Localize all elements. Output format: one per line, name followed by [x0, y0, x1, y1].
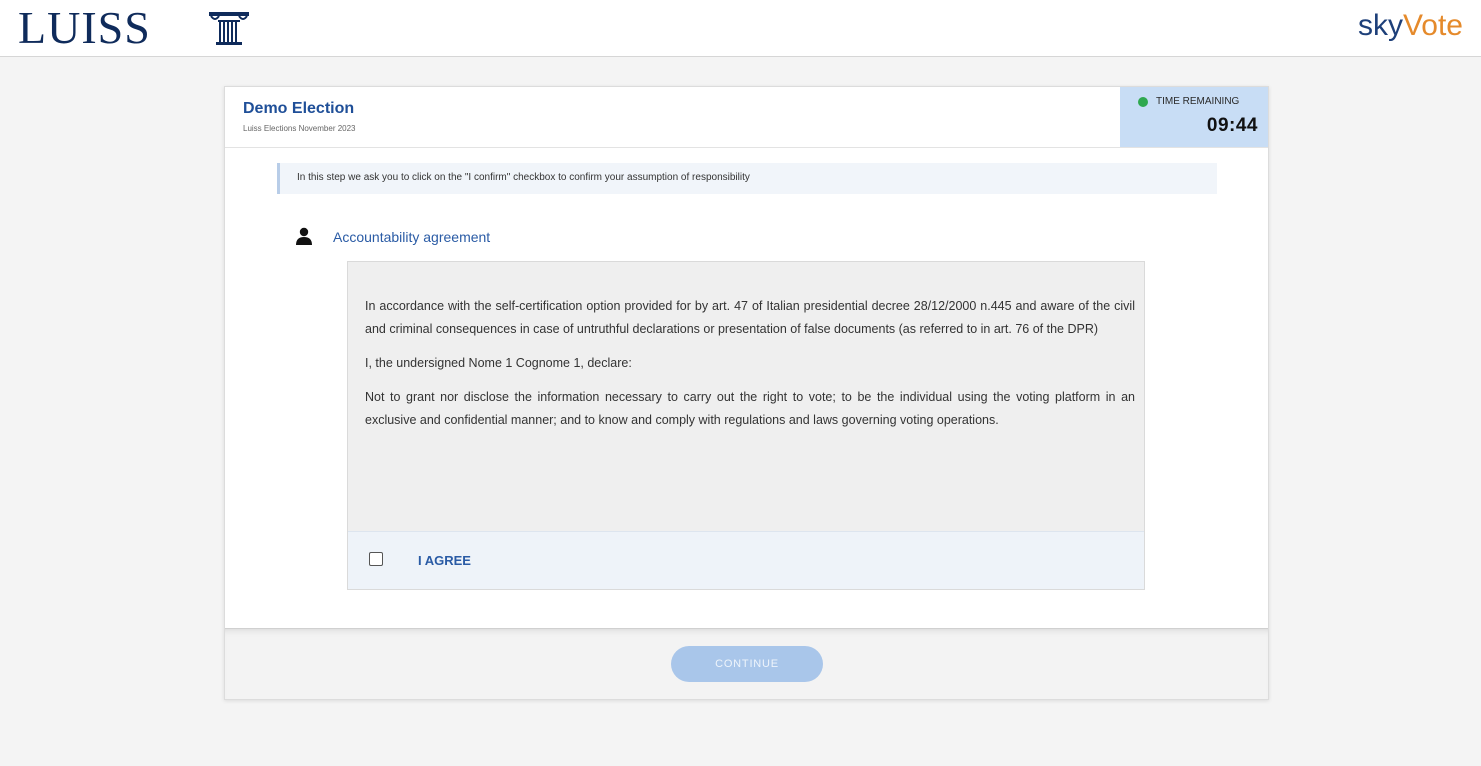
accountability-agreement-box: In accordance with the self-certificatio…	[347, 261, 1145, 590]
skyvote-logo-suffix: Vote	[1402, 9, 1463, 42]
timer-status-dot	[1138, 97, 1148, 107]
timer-label: TIME REMAINING	[1156, 96, 1240, 107]
column-icon	[209, 12, 249, 45]
election-subtitle: Luiss Elections November 2023	[243, 124, 356, 133]
timer-value: 09:44	[1206, 115, 1258, 136]
top-header: LUISS skyVote	[0, 0, 1481, 57]
agreement-paragraph: I, the undersigned Nome 1 Cognome 1, dec…	[365, 356, 632, 370]
agree-row[interactable]: I AGREE	[348, 531, 1144, 589]
continue-button[interactable]: CONTINUE	[671, 646, 823, 682]
info-banner: In this step we ask you to click on the …	[277, 163, 1217, 194]
election-title: Demo Election	[243, 100, 355, 117]
time-remaining-panel: TIME REMAINING 09:44	[1120, 87, 1268, 147]
skyvote-logo: skyVote	[1358, 8, 1463, 44]
section-title: Accountability agreement	[333, 229, 491, 245]
agree-label[interactable]: I AGREE	[418, 553, 471, 568]
info-banner-text: In this step we ask you to click on the …	[297, 172, 750, 183]
election-card: Demo Election Luiss Elections November 2…	[224, 86, 1269, 700]
agreement-paragraph: Not to grant nor disclose the informatio…	[365, 390, 1135, 427]
agreement-text: In accordance with the self-certificatio…	[365, 295, 1135, 443]
agreement-paragraph: In accordance with the self-certificatio…	[365, 299, 1135, 336]
luiss-logo-text: LUISS	[18, 2, 151, 53]
card-footer: CONTINUE	[225, 628, 1268, 699]
user-icon	[296, 227, 312, 245]
card-header: Demo Election Luiss Elections November 2…	[225, 87, 1268, 148]
skyvote-logo-prefix: sky	[1357, 9, 1403, 42]
agree-checkbox[interactable]	[369, 552, 383, 566]
